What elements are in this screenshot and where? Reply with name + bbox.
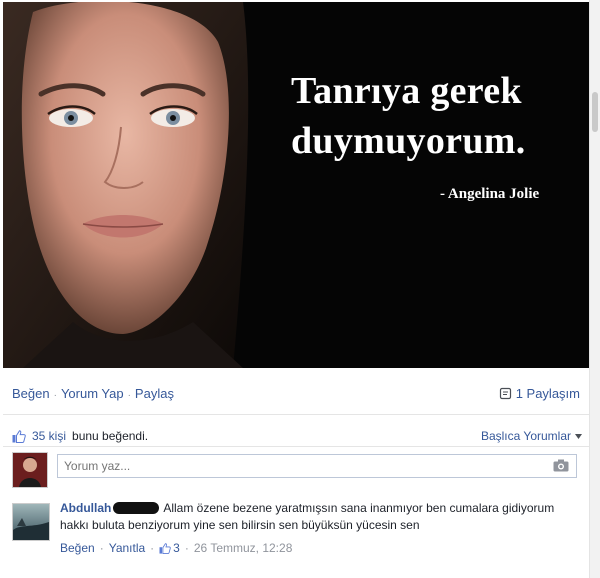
redacted-name-mark [113,502,160,514]
divider [3,414,589,415]
quote-line-1: Tanrıya gerek [291,70,522,112]
thumbs-up-icon [159,542,171,554]
quote-text: Tanrıya gerek duymuyorum. [291,66,581,166]
camera-icon[interactable] [553,459,569,472]
comment-body: Abdullah Allam özene bezene yaratmışsın s… [60,500,582,534]
comment-timestamp[interactable]: 26 Temmuz, 12:28 [194,541,293,555]
shares-count-label: 1 Paylaşım [515,386,580,401]
comment-button[interactable]: Yorum Yap [61,386,124,401]
comment-meta: Beğen · Yanıtla · 3 · 26 Temmuz, 12:28 [60,541,292,555]
comment-like-button[interactable]: Beğen [60,541,95,555]
separator-dot: · [99,541,104,555]
separator-dot: · [127,390,131,401]
current-user-avatar[interactable] [12,452,48,488]
shares-count[interactable]: 1 Paylaşım [499,386,580,401]
share-count-icon [499,387,511,400]
commenter-avatar[interactable] [12,503,50,541]
divider [3,446,589,447]
portrait-photo [3,2,293,368]
quote-attribution: - Angelina Jolie [440,186,540,202]
facebook-post: Tanrıya gerek duymuyorum. - Angelina Jol… [0,0,600,578]
likes-summary: 35 kişi bunu beğendi. [12,429,148,443]
likes-suffix: bunu beğendi. [72,429,149,443]
thumbs-up-icon [12,429,26,443]
top-comments-label: Başlıca Yorumlar [480,429,571,443]
scrollbar-thumb[interactable] [592,92,598,132]
comment-reply-button[interactable]: Yanıtla [109,541,145,555]
comment-input[interactable] [57,454,577,478]
like-button[interactable]: Beğen [12,386,50,401]
post-image[interactable]: Tanrıya gerek duymuyorum. - Angelina Jol… [3,2,589,368]
top-comments-dropdown[interactable]: Başlıca Yorumlar [481,429,582,443]
comment-like-count[interactable]: 3 [173,541,180,555]
post-actions: Beğen · Yorum Yap · Paylaş [12,386,174,401]
separator-dot: · [184,541,189,555]
scrollbar[interactable] [589,0,600,578]
comment-author[interactable]: Abdullah [60,501,111,515]
likes-count-link[interactable]: 35 kişi [32,429,66,443]
separator-dot: · [53,390,57,401]
caret-down-icon [575,433,582,439]
quote-line-2: duymuyorum. [291,120,526,162]
separator-dot: · [150,541,155,555]
share-button[interactable]: Paylaş [135,386,174,401]
